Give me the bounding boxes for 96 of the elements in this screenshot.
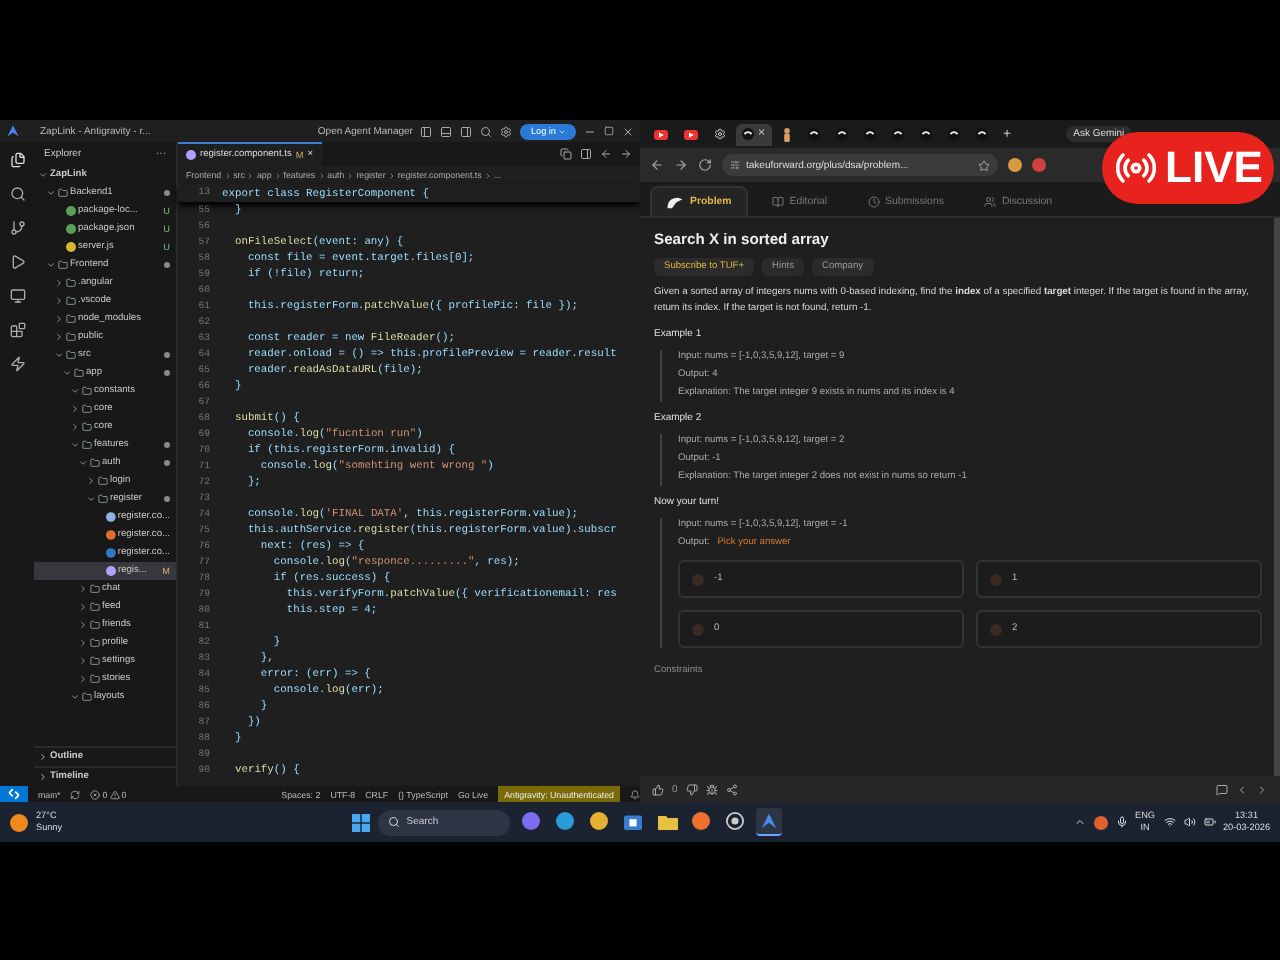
next-icon — [1256, 783, 1268, 795]
lightning-icon — [9, 356, 25, 372]
tuf-icon — [975, 128, 988, 140]
run-icon — [9, 254, 25, 270]
battery-icon — [1203, 816, 1215, 828]
live-label: LIVE — [1165, 142, 1263, 194]
bookmark-icon — [978, 159, 990, 171]
source-control-icon — [9, 220, 25, 236]
clock-icon — [867, 196, 880, 208]
monitor-icon — [9, 288, 25, 304]
tuf-icon — [919, 128, 932, 140]
folder-icon — [82, 422, 92, 432]
radio-button[interactable] — [990, 623, 1002, 635]
compare-icon — [560, 148, 572, 160]
folder-icon — [90, 620, 100, 630]
logo-icon — [666, 195, 684, 209]
folder-icon — [82, 404, 92, 414]
share-icon — [725, 783, 738, 795]
radio-button[interactable] — [692, 573, 704, 585]
start-icon — [352, 813, 371, 831]
settings-icon — [500, 125, 513, 137]
remote-icon — [8, 788, 20, 800]
sun-icon — [10, 813, 28, 831]
folder-icon — [90, 584, 100, 594]
close-icon — [622, 125, 634, 137]
bug-icon — [705, 783, 718, 795]
tuf-icon — [947, 128, 960, 140]
book-icon — [771, 196, 784, 208]
tuf-icon — [891, 128, 904, 140]
search-icon — [388, 816, 401, 828]
panel-icon — [440, 125, 453, 137]
extensions-icon — [9, 322, 25, 338]
comment-icon — [1216, 783, 1228, 795]
bell-icon — [630, 789, 640, 799]
tuf-icon — [807, 128, 820, 140]
folder-icon — [58, 188, 68, 198]
panel-icon — [420, 125, 433, 137]
panel-icon — [460, 125, 473, 137]
folder-icon — [82, 386, 92, 396]
tuf-icon — [863, 128, 876, 140]
video-icon — [684, 129, 698, 139]
previous-icon — [1236, 783, 1248, 795]
reload-icon — [698, 158, 712, 172]
video-icon — [654, 129, 668, 139]
app-icon — [1093, 815, 1108, 829]
back-icon — [650, 158, 664, 172]
radio-button[interactable] — [990, 573, 1002, 585]
folder-icon — [82, 692, 92, 702]
maximize-icon — [604, 126, 614, 136]
error-icon — [90, 789, 101, 799]
folder-icon — [66, 278, 76, 288]
bag-icon — [624, 812, 643, 830]
file-icon — [186, 150, 196, 160]
remote-button[interactable] — [0, 786, 28, 802]
taskbar-app[interactable] — [756, 808, 783, 836]
site-settings-icon — [730, 160, 740, 170]
folder-icon — [58, 260, 68, 270]
tuf-icon — [835, 128, 848, 140]
mic-icon — [1115, 816, 1128, 828]
radio-button[interactable] — [692, 623, 704, 635]
taskbar-app[interactable] — [586, 808, 613, 836]
forward-icon — [674, 158, 688, 172]
folder-icon — [657, 813, 678, 829]
split-icon — [580, 148, 592, 160]
search-icon — [9, 186, 25, 202]
explorer-icon — [9, 152, 25, 168]
settings-icon — [714, 128, 726, 140]
chevron-icon — [1073, 816, 1086, 828]
taskbar-app[interactable] — [722, 808, 749, 836]
folder-icon — [66, 332, 76, 342]
search-icon — [480, 125, 493, 137]
forward-icon — [620, 148, 632, 160]
sync-icon — [70, 789, 81, 799]
folder-icon — [66, 314, 76, 324]
figure-icon — [781, 127, 792, 141]
folder-icon — [66, 350, 76, 360]
folder-icon — [98, 494, 108, 504]
folder-icon — [98, 476, 108, 486]
folder-icon — [74, 368, 84, 378]
wifi-icon — [1163, 816, 1175, 828]
folder-icon — [90, 458, 100, 468]
folder-icon — [90, 602, 100, 612]
folder-icon — [90, 638, 100, 648]
warning-icon — [109, 789, 120, 799]
folder-icon — [82, 440, 92, 450]
folder-icon — [66, 296, 76, 306]
users-icon — [983, 196, 996, 208]
tuf-icon — [742, 128, 754, 140]
folder-icon — [90, 674, 100, 684]
minimize-icon — [584, 125, 596, 137]
app-logo-icon — [6, 124, 20, 138]
folder-icon — [90, 656, 100, 666]
thumbs-up-icon — [652, 783, 664, 795]
back-icon — [600, 148, 612, 160]
volume-icon — [1183, 816, 1195, 828]
thumbs-down-icon — [685, 783, 698, 795]
